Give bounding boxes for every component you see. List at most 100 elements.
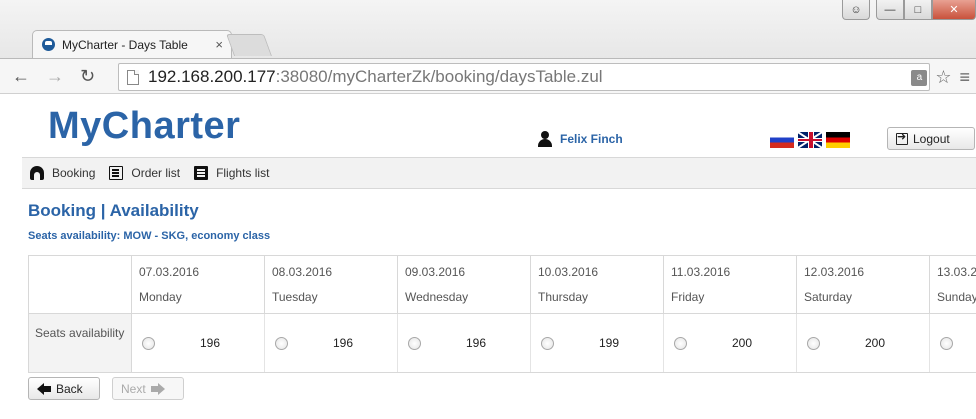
- column-date: 12.03.2016: [804, 265, 865, 279]
- column-date: 09.03.2016: [405, 265, 466, 279]
- grid-corner: [29, 256, 132, 314]
- app-logo: MyCharter: [48, 105, 241, 147]
- logout-label: Logout: [913, 131, 950, 146]
- column-date: 10.03.2016: [538, 265, 599, 279]
- user-info: Felix Finch: [538, 131, 623, 147]
- russian-flag-icon[interactable]: [770, 132, 794, 148]
- column-header: 12.03.2016 Saturday: [797, 256, 930, 314]
- availability-cell: 196: [132, 314, 265, 372]
- column-day: Saturday: [804, 290, 853, 304]
- next-label: Next: [121, 381, 146, 396]
- right-arrow-icon: [157, 382, 165, 395]
- menu-item-order-list[interactable]: Order list: [109, 166, 180, 180]
- column-header: 10.03.2016 Thursday: [531, 256, 664, 314]
- left-arrow-icon: [37, 382, 44, 395]
- row-label: Seats availability: [29, 314, 132, 372]
- flights-list-icon: [194, 166, 209, 180]
- main-menu: Booking Order list Flights list: [22, 157, 976, 189]
- column-date: 08.03.2016: [272, 265, 333, 279]
- new-tab-button[interactable]: [225, 34, 273, 56]
- list-icon: [109, 166, 124, 180]
- page-subtitle: Seats availability: MOW - SKG, economy c…: [28, 230, 271, 242]
- availability-cell: 200: [664, 314, 797, 372]
- tab-title: MyCharter - Days Table: [62, 37, 188, 52]
- back-button[interactable]: Back: [28, 377, 100, 400]
- seats-count: 200: [731, 336, 752, 350]
- seats-count: 196: [332, 336, 353, 350]
- page-title: Booking | Availability: [28, 201, 199, 220]
- app-header: MyCharter Felix Finch Logout: [22, 95, 976, 155]
- menu-item-order-list-label: Order list: [131, 166, 181, 180]
- browser-window: MyCharter - Days Table × ☺ — □ ✕ ← → ↻ 1…: [0, 0, 976, 419]
- column-day: Monday: [139, 290, 182, 304]
- user-icon: [538, 131, 552, 147]
- day-radio[interactable]: [408, 336, 421, 350]
- day-radio[interactable]: [807, 336, 820, 350]
- availability-cell: [930, 314, 976, 372]
- column-date: 13.03.2016: [937, 265, 976, 279]
- menu-item-booking[interactable]: Booking: [30, 166, 95, 180]
- maximize-button[interactable]: □: [904, 0, 932, 20]
- toolbar-right: a ☆ ≡: [911, 67, 970, 88]
- forward-arrow-icon[interactable]: →: [46, 67, 64, 85]
- uk-flag-icon[interactable]: [798, 132, 822, 148]
- seats-count: 196: [199, 336, 220, 350]
- booking-icon: [30, 166, 44, 180]
- translate-icon[interactable]: a: [911, 69, 928, 86]
- availability-cell: 196: [265, 314, 398, 372]
- column-header: 08.03.2016 Tuesday: [265, 256, 398, 314]
- left-arrow-icon-stem: [44, 385, 51, 392]
- minimize-button[interactable]: —: [876, 0, 904, 20]
- favicon-icon: [42, 38, 55, 51]
- column-header: 11.03.2016 Friday: [664, 256, 797, 314]
- menu-item-flights-list[interactable]: Flights list: [194, 166, 269, 180]
- bookmark-star-icon[interactable]: ☆: [935, 67, 951, 88]
- column-day: Thursday: [538, 290, 589, 304]
- close-window-button[interactable]: ✕: [932, 0, 976, 20]
- day-radio[interactable]: [541, 336, 554, 350]
- column-header: 13.03.2016 Sunday: [930, 256, 976, 314]
- column-header: 09.03.2016 Wednesday: [398, 256, 531, 314]
- seats-count: 199: [598, 336, 619, 350]
- browser-toolbar: ← → ↻ 192.168.200.177 :38080/myCharterZk…: [0, 58, 976, 94]
- next-button[interactable]: Next: [112, 377, 184, 400]
- menu-icon[interactable]: ≡: [959, 67, 970, 88]
- browser-tab[interactable]: MyCharter - Days Table ×: [32, 30, 232, 58]
- back-arrow-icon[interactable]: ←: [12, 67, 30, 85]
- logout-icon: [896, 130, 908, 145]
- tab-close-icon[interactable]: ×: [215, 37, 223, 52]
- availability-cell: 200: [797, 314, 930, 372]
- back-label: Back: [56, 381, 83, 396]
- profile-icon[interactable]: ☺: [842, 0, 870, 20]
- logout-button[interactable]: Logout: [887, 127, 975, 150]
- column-day: Friday: [671, 290, 705, 304]
- day-radio[interactable]: [674, 336, 687, 350]
- day-radio[interactable]: [940, 336, 953, 350]
- german-flag-icon[interactable]: [826, 132, 850, 148]
- window-controls: ☺ — □ ✕: [842, 0, 976, 22]
- seats-count: 196: [465, 336, 486, 350]
- grid-header: 07.03.2016 Monday 08.03.2016 Tuesday 09.…: [29, 256, 976, 314]
- url-host: 192.168.200.177: [148, 67, 276, 86]
- seats-count: 200: [864, 336, 885, 350]
- menu-item-booking-label: Booking: [52, 166, 96, 180]
- column-day: Sunday: [937, 290, 976, 304]
- column-header: 07.03.2016 Monday: [132, 256, 265, 314]
- column-date: 11.03.2016: [671, 265, 731, 279]
- day-radio[interactable]: [275, 336, 288, 350]
- day-radio[interactable]: [142, 336, 155, 350]
- menu-item-flights-list-label: Flights list: [216, 166, 270, 180]
- app-content: MyCharter Felix Finch Logout Booking: [22, 95, 976, 419]
- user-name[interactable]: Felix Finch: [560, 132, 623, 146]
- column-date: 07.03.2016: [139, 265, 200, 279]
- availability-cell: 196: [398, 314, 531, 372]
- column-day: Tuesday: [272, 290, 318, 304]
- right-arrow-icon-stem: [150, 385, 158, 392]
- address-bar[interactable]: 192.168.200.177 :38080/myCharterZk/booki…: [118, 63, 930, 91]
- availability-grid: 07.03.2016 Monday 08.03.2016 Tuesday 09.…: [28, 255, 976, 373]
- reload-icon[interactable]: ↻: [80, 67, 95, 85]
- language-selector: [770, 132, 850, 148]
- url-path: :38080/myCharterZk/booking/daysTable.zul: [275, 67, 603, 86]
- availability-cell: 199: [531, 314, 664, 372]
- title-bar: MyCharter - Days Table × ☺ — □ ✕: [0, 0, 976, 58]
